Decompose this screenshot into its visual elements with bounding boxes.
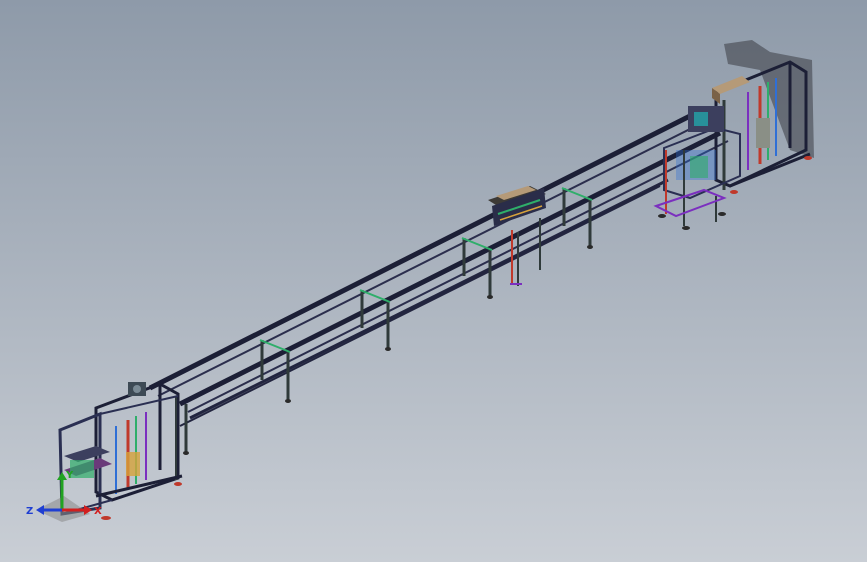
middle-carriage[interactable] <box>488 186 546 226</box>
z-axis-arrowhead <box>36 505 44 515</box>
x-axis-label: X <box>94 506 102 517</box>
cad-viewport[interactable]: Z Y X <box>0 0 867 562</box>
conveyor-rails[interactable] <box>148 113 729 427</box>
z-axis-label: Z <box>26 506 33 517</box>
coordinate-triad: Z Y X <box>26 470 102 522</box>
y-axis-label: Y <box>65 470 74 481</box>
right-station[interactable] <box>653 60 812 230</box>
conveyor-model[interactable] <box>0 0 867 562</box>
